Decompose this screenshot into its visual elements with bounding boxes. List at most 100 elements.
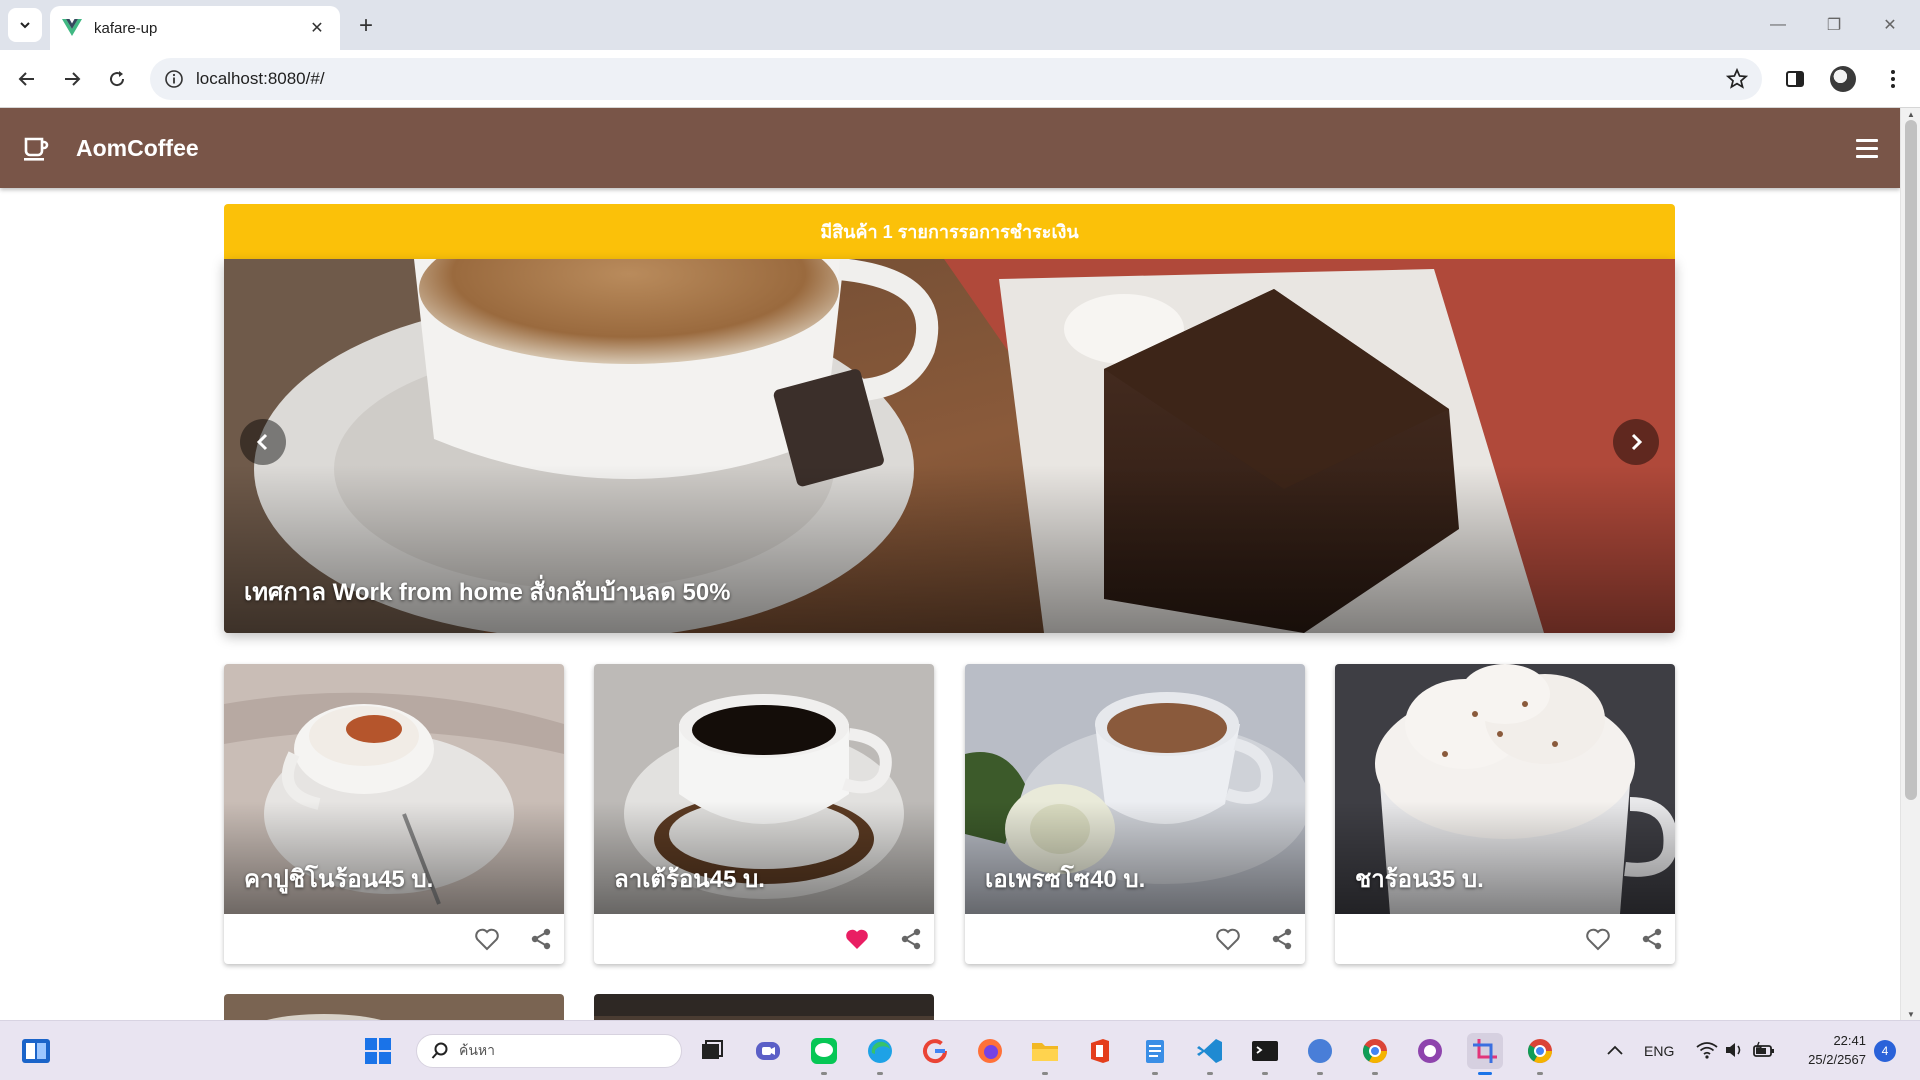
info-icon[interactable] xyxy=(164,69,184,89)
taskbar-app[interactable] xyxy=(1082,1033,1118,1069)
profile-button[interactable] xyxy=(1826,62,1860,96)
taskbar-app[interactable] xyxy=(806,1033,842,1075)
share-button[interactable] xyxy=(1267,924,1297,954)
page-scrollbar[interactable]: ▲ ▼ xyxy=(1900,108,1920,1020)
hamburger-menu-icon[interactable] xyxy=(1852,133,1882,163)
card-actions xyxy=(594,914,934,964)
card-actions xyxy=(1335,914,1675,964)
favorite-button[interactable] xyxy=(842,924,872,954)
arrow-right-icon xyxy=(65,72,81,86)
side-panel-icon xyxy=(1786,71,1804,87)
taskbar-app[interactable] xyxy=(862,1033,898,1075)
product-image xyxy=(594,994,934,1020)
share-button[interactable] xyxy=(1637,924,1667,954)
browser-menu-button[interactable] xyxy=(1876,62,1910,96)
coffee-cup-icon xyxy=(24,137,49,161)
reload-button[interactable] xyxy=(100,62,134,96)
product-card[interactable]: คาปูชิโนร้อน45 บ. xyxy=(224,664,564,964)
tab-search-button[interactable] xyxy=(8,8,42,42)
scroll-up-arrow[interactable]: ▲ xyxy=(1901,108,1920,120)
window-close-button[interactable]: ✕ xyxy=(1870,10,1910,40)
new-tab-button[interactable]: + xyxy=(352,12,380,40)
widgets-button[interactable] xyxy=(18,1033,54,1069)
line-app-icon xyxy=(811,1038,837,1064)
close-icon[interactable]: ✕ xyxy=(306,17,328,39)
side-panel-button[interactable] xyxy=(1778,62,1812,96)
share-icon xyxy=(531,928,551,950)
heart-outline-icon xyxy=(1216,928,1240,951)
system-clock[interactable]: 22:41 25/2/2567 xyxy=(1786,1031,1866,1069)
taskbar-app[interactable] xyxy=(1247,1033,1283,1075)
firefox-icon xyxy=(978,1039,1002,1063)
volume-icon[interactable] xyxy=(1724,1041,1744,1059)
alert-text: มีสินค้า 1 รายการรอการชำระเงิน xyxy=(820,222,1079,242)
heart-outline-icon xyxy=(475,928,499,951)
back-button[interactable] xyxy=(10,62,44,96)
taskbar-app[interactable] xyxy=(1137,1033,1173,1075)
product-title: ชาร้อน35 บ. xyxy=(1355,866,1484,893)
scroll-down-arrow[interactable]: ▼ xyxy=(1901,1008,1920,1020)
taskbar: ค้นหา ENG 22:41 25/2/2567 4 xyxy=(0,1020,1920,1080)
taskbar-app[interactable] xyxy=(694,1033,730,1069)
language-indicator[interactable]: ENG xyxy=(1644,1043,1674,1059)
forward-button[interactable] xyxy=(55,62,89,96)
wifi-icon[interactable] xyxy=(1696,1041,1718,1059)
search-placeholder: ค้นหา xyxy=(459,1042,496,1058)
taskbar-app[interactable] xyxy=(1412,1033,1448,1069)
favorite-button[interactable] xyxy=(1583,924,1613,954)
taskbar-app[interactable] xyxy=(1302,1033,1338,1075)
share-button[interactable] xyxy=(526,924,556,954)
taskbar-app[interactable] xyxy=(1522,1033,1558,1075)
minimize-button[interactable]: — xyxy=(1758,10,1798,40)
battery-icon[interactable] xyxy=(1752,1041,1776,1059)
scroll-thumb[interactable] xyxy=(1905,120,1917,800)
share-button[interactable] xyxy=(896,924,926,954)
chevron-up-icon[interactable] xyxy=(1606,1043,1624,1057)
product-grid: คาปูชิโนร้อน45 บ. ลาเต้ร้อน45 บ. เอเพรซโ… xyxy=(224,664,1675,964)
taskbar-app[interactable] xyxy=(750,1033,786,1069)
card-actions xyxy=(224,914,564,964)
taskbar-app[interactable] xyxy=(1192,1033,1228,1075)
browser-tab-bar: kafare-up ✕ + — ❐ ✕ xyxy=(0,0,1920,50)
url-text: localhost:8080/#/ xyxy=(196,69,325,88)
chevron-left-icon xyxy=(256,433,268,451)
product-card[interactable]: ชาร้อน35 บ. xyxy=(1335,664,1675,964)
product-card[interactable] xyxy=(594,994,934,1020)
tab-title: kafare-up xyxy=(94,19,158,37)
pending-payment-alert[interactable]: มีสินค้า 1 รายการรอการชำระเงิน xyxy=(224,204,1675,259)
favorite-button[interactable] xyxy=(1213,924,1243,954)
chevron-right-icon xyxy=(1631,433,1643,451)
star-icon[interactable] xyxy=(1726,68,1748,90)
taskbar-app[interactable] xyxy=(917,1033,953,1069)
canva-icon xyxy=(1308,1039,1332,1063)
product-card[interactable] xyxy=(224,994,564,1020)
share-icon xyxy=(1272,928,1292,950)
product-card[interactable]: เอเพรซโซ40 บ. xyxy=(965,664,1305,964)
taskbar-app[interactable] xyxy=(972,1033,1008,1069)
address-bar[interactable]: localhost:8080/#/ xyxy=(150,58,1762,100)
carousel-prev-button[interactable] xyxy=(240,419,286,465)
page-viewport: AomCoffee มีสินค้า 1 รายการรอการชำระเงิน xyxy=(0,108,1920,1020)
teams-chat-icon xyxy=(756,1042,780,1060)
taskbar-app[interactable] xyxy=(1027,1033,1063,1075)
product-title: คาปูชิโนร้อน45 บ. xyxy=(244,866,434,893)
notification-badge[interactable]: 4 xyxy=(1874,1040,1896,1062)
product-card[interactable]: ลาเต้ร้อน45 บ. xyxy=(594,664,934,964)
favorite-button[interactable] xyxy=(472,924,502,954)
share-icon xyxy=(1642,928,1662,950)
taskbar-app[interactable] xyxy=(1357,1033,1393,1075)
app-bar: AomCoffee xyxy=(0,108,1900,188)
restore-button[interactable]: ❐ xyxy=(1814,10,1854,40)
vscode-icon xyxy=(1197,1039,1222,1063)
start-button[interactable] xyxy=(360,1033,396,1069)
carousel-caption: เทศกาล Work from home สั่งกลับบ้านลด 50% xyxy=(244,579,731,606)
avatar xyxy=(1830,66,1856,92)
product-image xyxy=(224,994,564,1020)
taskbar-app[interactable] xyxy=(1467,1033,1503,1075)
taskbar-search[interactable]: ค้นหา xyxy=(416,1034,682,1068)
browser-tab[interactable]: kafare-up ✕ xyxy=(50,6,340,50)
carousel-next-button[interactable] xyxy=(1613,419,1659,465)
clock-date: 25/2/2567 xyxy=(1808,1052,1866,1067)
chrome-icon xyxy=(1362,1039,1387,1064)
edge-icon xyxy=(868,1039,892,1063)
